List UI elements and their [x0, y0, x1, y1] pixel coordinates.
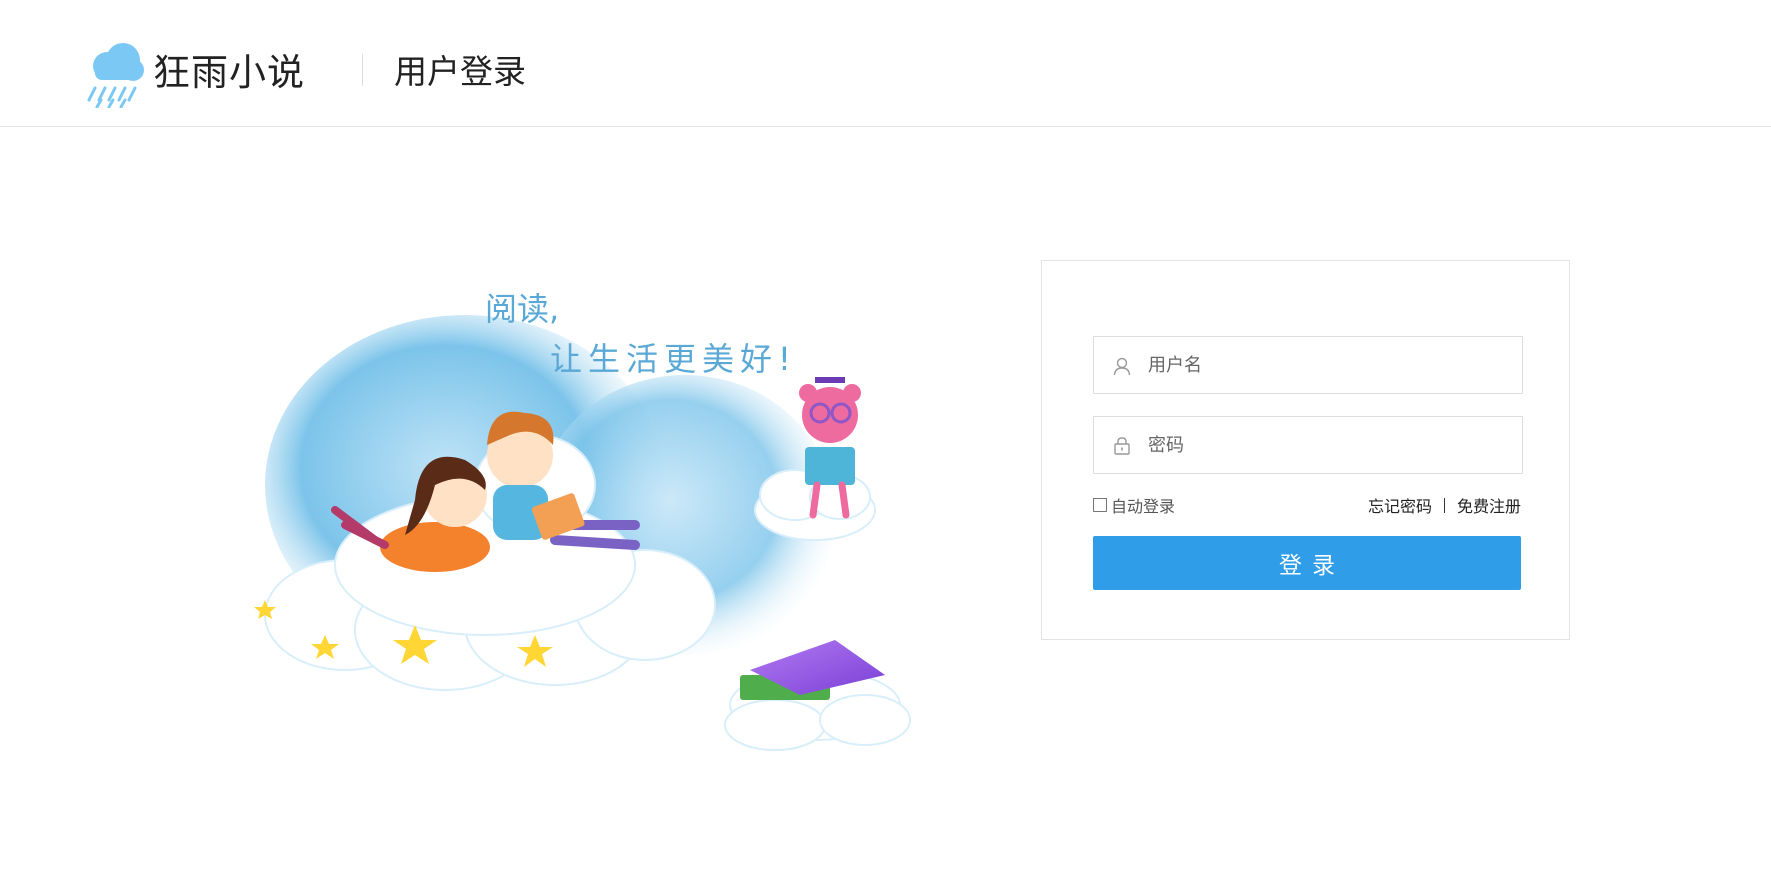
username-field [1093, 336, 1523, 394]
brand-name: 狂雨小说 [153, 51, 305, 94]
auto-login-checkbox[interactable] [1093, 498, 1107, 512]
top-header: 狂雨小说 用户登录 [0, 0, 1771, 127]
user-icon [1113, 357, 1131, 376]
auto-login-option[interactable]: 自动登录 [1093, 493, 1175, 517]
lock-icon [1114, 437, 1130, 455]
header-divider [362, 54, 363, 86]
slogan-line-1: 阅读, [485, 290, 559, 328]
username-input[interactable] [1148, 337, 1508, 393]
page-title: 用户登录 [394, 52, 526, 91]
register-link[interactable]: 免费注册 [1457, 493, 1521, 517]
rain-cloud-icon [87, 43, 144, 108]
login-options: 自动登录 忘记密码 免费注册 [1093, 493, 1523, 517]
password-input[interactable] [1148, 417, 1508, 473]
login-button[interactable]: 登录 [1093, 536, 1521, 590]
account-links: 忘记密码 免费注册 [1368, 493, 1521, 517]
kids-reading-illustration: 阅读, 让生活更美好! [254, 290, 911, 751]
link-separator [1443, 497, 1445, 513]
password-field [1093, 416, 1523, 474]
login-panel: 自动登录 忘记密码 免费注册 登录 [1041, 260, 1570, 640]
forgot-password-link[interactable]: 忘记密码 [1368, 493, 1432, 517]
auto-login-label: 自动登录 [1111, 497, 1176, 516]
slogan-line-2: 让生活更美好! [550, 340, 797, 378]
